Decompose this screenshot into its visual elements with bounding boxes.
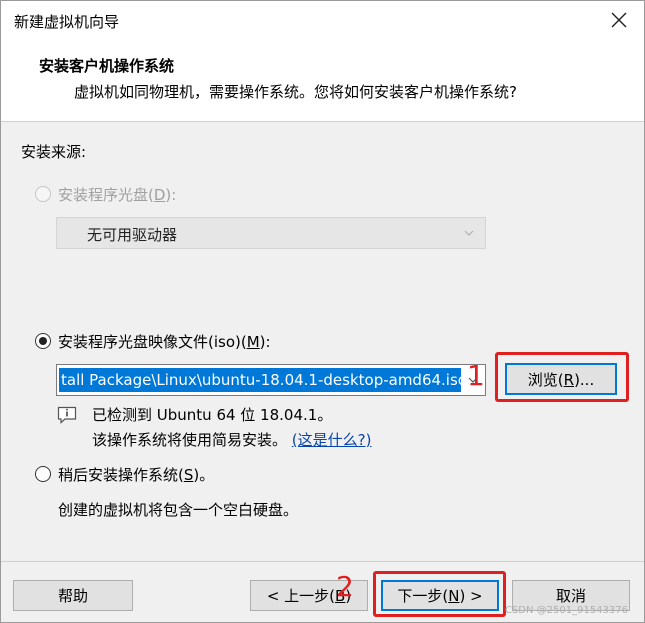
option-install-later-label: 稍后安装操作系统(S)。 (58, 466, 215, 484)
close-icon[interactable] (608, 9, 630, 31)
window-title: 新建虚拟机向导 (14, 13, 120, 31)
option-installer-disc-label: 安装程序光盘(D): (58, 186, 177, 204)
iso-path-combobox[interactable]: tall Package\Linux\ubuntu-18.04.1-deskto… (56, 364, 486, 396)
drive-select[interactable]: 无可用驱动器 (56, 217, 486, 249)
chevron-down-icon (464, 230, 474, 236)
detected-os-text: 已检测到 Ubuntu 64 位 18.04.1。 (92, 406, 333, 424)
easy-install-text: 该操作系统将使用简易安装。 (这是什么?) (92, 431, 372, 449)
annotation-number-1: 1 (467, 359, 485, 392)
page-subtitle: 虚拟机如同物理机，需要操作系统。您将如何安装客户机操作系统? (74, 83, 517, 101)
iso-path-value: tall Package\Linux\ubuntu-18.04.1-deskto… (59, 368, 461, 392)
title-bar: 新建虚拟机向导 (1, 1, 644, 41)
help-button[interactable]: 帮助 (13, 580, 133, 611)
whats-this-link[interactable]: (这是什么?) (292, 431, 372, 449)
watermark-text: CSDN @2501_91543376 (504, 605, 628, 616)
radio-installer-disc[interactable] (35, 186, 51, 202)
page-title: 安装客户机操作系统 (39, 57, 175, 75)
next-button[interactable]: 下一步(N) > (381, 580, 499, 611)
option-iso-image-label: 安装程序光盘映像文件(iso)(M): (58, 333, 271, 351)
wizard-content: 安装来源: 安装程序光盘(D): 无可用驱动器 安装程序光盘映像文件(iso)(… (1, 123, 644, 561)
wizard-window: 新建虚拟机向导 安装客户机操作系统 虚拟机如同物理机，需要操作系统。您将如何安装… (0, 0, 645, 623)
blank-disk-note: 创建的虚拟机将包含一个空白硬盘。 (58, 501, 299, 519)
install-source-label: 安装来源: (21, 143, 87, 161)
drive-select-value: 无可用驱动器 (87, 226, 178, 244)
footer-divider (1, 561, 644, 562)
radio-install-later[interactable] (35, 466, 51, 482)
info-icon (57, 406, 77, 424)
radio-iso-image[interactable] (35, 333, 51, 349)
annotation-number-2: 2 (336, 570, 354, 603)
wizard-header: 安装客户机操作系统 虚拟机如同物理机，需要操作系统。您将如何安装客户机操作系统? (1, 41, 644, 122)
browse-button[interactable]: 浏览(R)... (505, 363, 617, 395)
